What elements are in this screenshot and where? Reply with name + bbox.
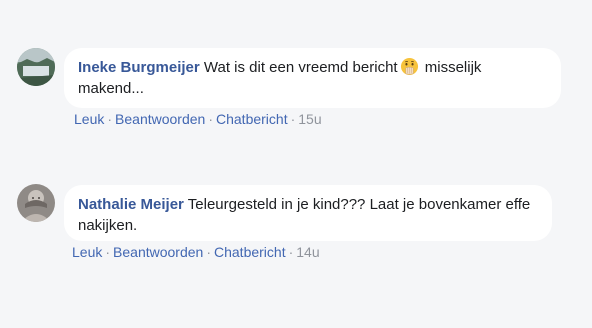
separator-dot: · [290,111,296,127]
comment-bubble: Nathalie Meijer Teleurgesteld in je kind… [64,185,552,241]
avatar-landscape-photo [17,48,55,86]
separator-dot: · [288,244,294,260]
comment-actions: Leuk · Beantwoorden · Chatbericht · 14u [72,244,320,260]
comment-actions: Leuk · Beantwoorden · Chatbericht · 15u [74,111,322,127]
separator-dot: · [107,111,113,127]
separator-dot: · [206,244,211,260]
comment-author[interactable]: Nathalie Meijer [78,196,184,213]
avatar[interactable] [17,184,55,222]
comment-bubble: Ineke Burgmeijer Wat is dit een vreemd b… [64,48,561,108]
face-with-hand-over-mouth-icon [400,57,418,76]
comment-text-start: Wat is dit een vreemd bericht [203,59,398,76]
separator-dot: · [105,244,111,260]
reply-link[interactable]: Beantwoorden [113,244,203,260]
comment-timestamp[interactable]: 15u [298,111,321,127]
comment-timestamp[interactable]: 14u [296,244,319,260]
separator-dot: · [208,111,213,127]
like-link[interactable]: Leuk [74,111,104,127]
avatar-portrait-photo [17,184,55,222]
avatar[interactable] [17,48,55,86]
comment-author[interactable]: Ineke Burgmeijer [78,59,200,76]
chat-message-link[interactable]: Chatbericht [214,244,286,260]
chat-message-link[interactable]: Chatbericht [216,111,288,127]
like-link[interactable]: Leuk [72,244,102,260]
reply-link[interactable]: Beantwoorden [115,111,205,127]
